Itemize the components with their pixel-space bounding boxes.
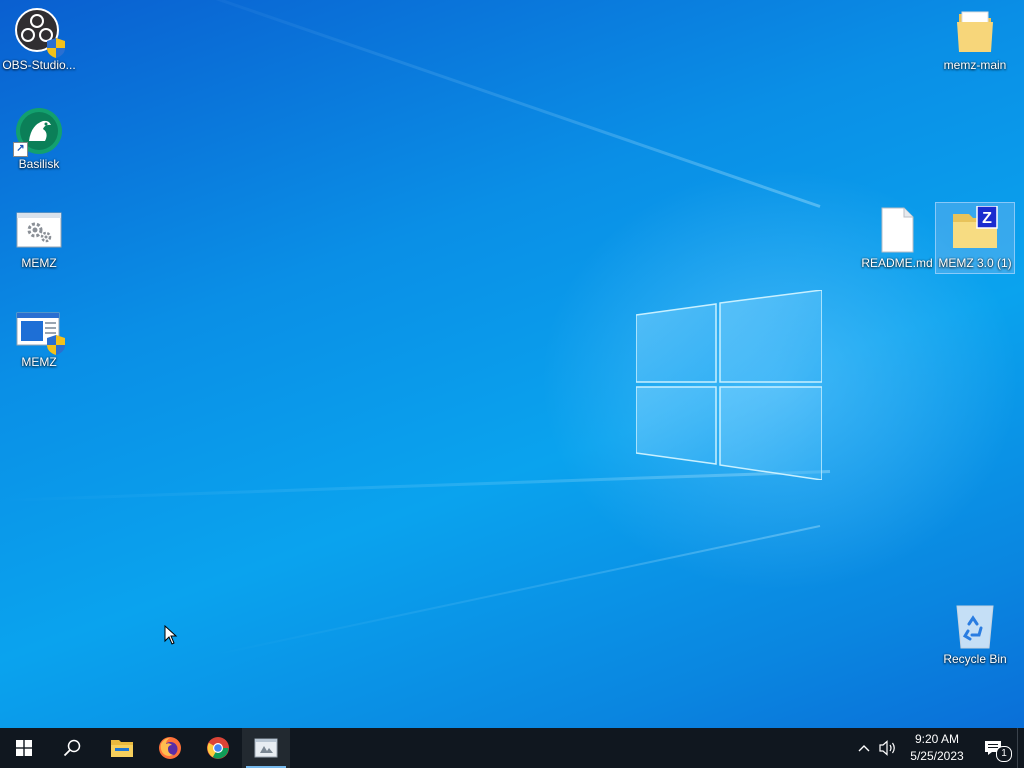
desktop-icon-obs[interactable]: OBS-Studio... — [0, 8, 78, 72]
recycle-bin-icon — [951, 602, 999, 650]
uac-shield-icon — [47, 335, 65, 355]
icon-label: README.md — [861, 256, 933, 270]
windows-wallpaper-logo — [636, 290, 822, 480]
desktop-icon-memz-main[interactable]: memz-main — [936, 8, 1014, 72]
desktop-icon-basilisk[interactable]: ↗ Basilisk — [0, 107, 78, 171]
app-window-icon — [254, 738, 278, 758]
wallpaper-beam — [213, 525, 821, 656]
firefox-icon — [159, 737, 181, 759]
folder-icon — [951, 8, 999, 56]
desktop-icon-memz[interactable]: MEMZ — [0, 206, 78, 270]
svg-text:Z: Z — [982, 210, 992, 227]
clock-time: 9:20 AM — [914, 732, 959, 746]
settings-window-icon — [15, 206, 63, 254]
show-desktop-button[interactable] — [1017, 728, 1024, 768]
taskbar-memz-app[interactable] — [242, 728, 290, 768]
shortcut-arrow-icon: ↗ — [13, 142, 28, 157]
folder-icon — [111, 740, 133, 757]
icon-label: Basilisk — [18, 157, 60, 171]
windows-logo-icon — [16, 740, 32, 756]
shielded-app-icon — [15, 305, 65, 355]
icon-label: MEMZ 3.0 (1) — [938, 256, 1012, 270]
icon-label: OBS-Studio... — [2, 58, 76, 72]
speaker-icon — [879, 740, 895, 756]
uac-shield-icon — [47, 38, 65, 58]
document-icon — [873, 206, 921, 254]
desktop-icon-memz-zip[interactable]: Z MEMZ 3.0 (1) — [935, 202, 1015, 274]
action-center-button[interactable]: 1 — [973, 728, 1013, 768]
wallpaper-beam — [119, 0, 821, 208]
desktop-icon-readme[interactable]: README.md — [858, 206, 936, 270]
notification-count-badge: 1 — [996, 746, 1012, 762]
taskbar-firefox[interactable] — [146, 728, 194, 768]
show-hidden-icons-button[interactable] — [853, 728, 875, 768]
search-icon — [63, 739, 81, 757]
volume-button[interactable] — [875, 728, 901, 768]
zip-folder-icon: Z — [951, 205, 999, 254]
start-button[interactable] — [0, 728, 48, 768]
taskbar-file-explorer[interactable] — [98, 728, 146, 768]
desktop-icon-memz-2[interactable]: MEMZ — [0, 305, 78, 369]
mouse-cursor-icon — [164, 625, 178, 645]
basilisk-icon: ↗ — [13, 107, 63, 157]
clock-date: 5/25/2023 — [910, 749, 964, 763]
desktop[interactable]: OBS-Studio... ↗ Basilisk MEMZ MEMZ memz-… — [0, 0, 1024, 728]
chevron-up-icon — [858, 745, 870, 752]
icon-label: Recycle Bin — [943, 652, 1007, 666]
desktop-icon-recycle-bin[interactable]: Recycle Bin — [936, 602, 1014, 666]
system-tray: 9:20 AM 5/25/2023 1 — [853, 728, 1024, 768]
obs-icon — [15, 8, 65, 58]
icon-label: MEMZ — [21, 355, 57, 369]
icon-label: memz-main — [943, 58, 1007, 72]
taskbar: 9:20 AM 5/25/2023 1 — [0, 728, 1024, 768]
search-button[interactable] — [48, 728, 96, 768]
icon-label: MEMZ — [21, 256, 57, 270]
chrome-icon — [207, 737, 229, 759]
clock[interactable]: 9:20 AM 5/25/2023 — [901, 728, 973, 768]
taskbar-chrome[interactable] — [194, 728, 242, 768]
